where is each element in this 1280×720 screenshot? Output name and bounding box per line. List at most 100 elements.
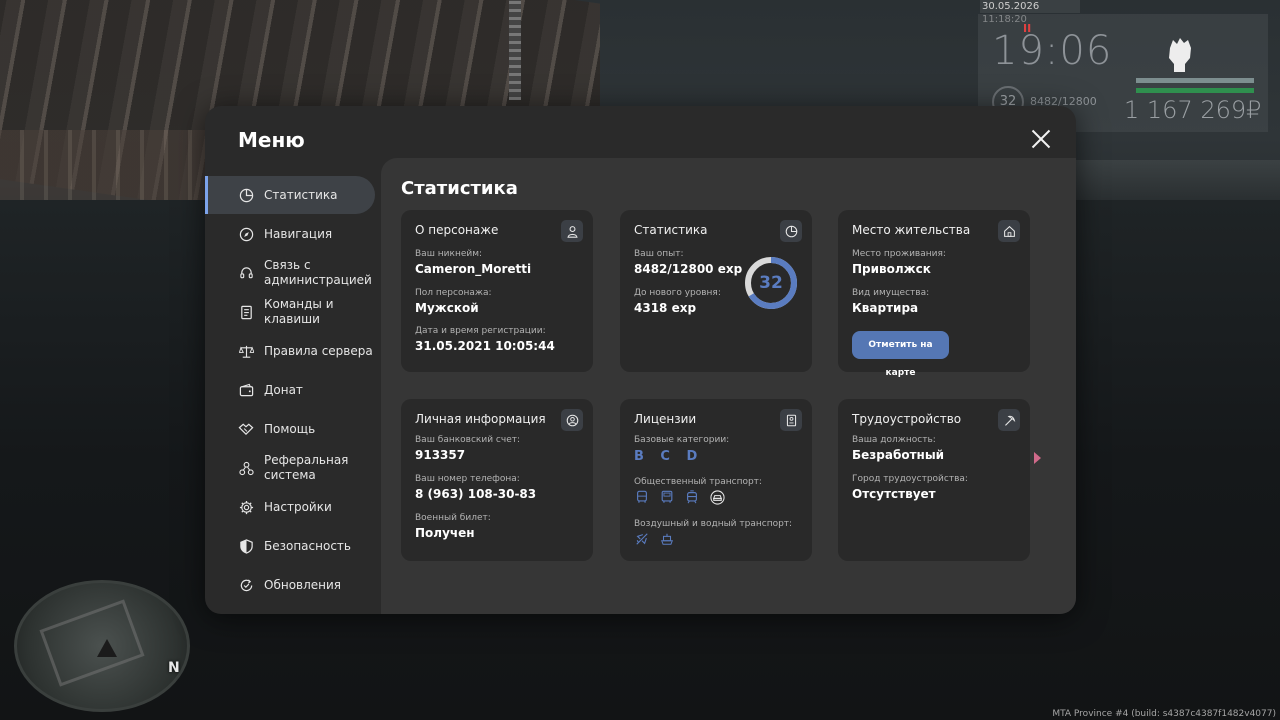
card-title: Личная информация xyxy=(415,412,546,426)
employment-card: Трудоустройство Ваша должность: Безработ… xyxy=(838,399,1030,561)
sidebar-item-security[interactable]: Безопасность xyxy=(205,527,375,565)
personal-info-card: Личная информация Ваш банковский счет: 9… xyxy=(401,399,593,561)
sidebar-item-settings[interactable]: Настройки xyxy=(205,488,375,526)
sidebar-item-server-rules[interactable]: Правила сервера xyxy=(205,332,375,370)
home-icon xyxy=(998,220,1020,242)
job-city-label: Город трудоустройства: xyxy=(852,474,968,484)
content-panel: Статистика О персонаже Ваш никнейм: Came… xyxy=(381,158,1076,614)
sidebar-item-label: Навигация xyxy=(264,226,333,241)
character-card: О персонаже Ваш никнейм: Cameron_Moretti… xyxy=(401,210,593,372)
sidebar-item-label: Донат xyxy=(264,382,303,397)
registration-value: 31.05.2021 10:05:44 xyxy=(415,339,555,353)
hud-red-mark: II xyxy=(1023,22,1032,35)
card-title: Лицензии xyxy=(634,412,697,426)
city-value: Приволжск xyxy=(852,262,931,276)
sidebar-item-referral[interactable]: Реферальная система xyxy=(205,449,375,487)
pie-chart-icon xyxy=(780,220,802,242)
menu-window: Меню Статистика Навигация Связь с админи… xyxy=(205,106,1076,614)
coach-icon xyxy=(659,489,675,505)
close-button[interactable] xyxy=(1031,129,1051,149)
refresh-check-icon xyxy=(238,577,254,593)
card-title: О персонаже xyxy=(415,223,499,237)
sidebar-item-label: Безопасность xyxy=(264,538,351,553)
stats-card: Статистика Ваш опыт: 8482/12800 exp До н… xyxy=(620,210,812,372)
build-info: MTA Province #4 (build: s4387c4387f1482v… xyxy=(1052,709,1276,719)
phone-label: Ваш номер телефона: xyxy=(415,474,520,484)
user-icon xyxy=(561,220,583,242)
sidebar-item-statistics[interactable]: Статистика xyxy=(205,176,375,214)
bank-value: 913357 xyxy=(415,448,466,462)
sidebar-item-label: Связь с администрацией xyxy=(264,258,372,287)
id-card-icon xyxy=(780,409,802,431)
document-icon xyxy=(238,304,254,320)
sidebar-item-donate[interactable]: Донат xyxy=(205,371,375,409)
mouse-cursor-icon xyxy=(1034,452,1041,464)
sidebar-item-label: Статистика xyxy=(264,187,338,202)
sidebar-item-label: Настройки xyxy=(264,499,332,514)
air-water-transport-label: Воздушный и водный транспорт: xyxy=(634,519,793,529)
sidebar-item-label: Правила сервера xyxy=(264,343,373,358)
hud-time: 19:06 xyxy=(992,28,1113,74)
fist-icon xyxy=(1169,38,1191,72)
level-value: 32 xyxy=(759,273,783,293)
boat-icon xyxy=(659,531,675,547)
sidebar-item-navigation[interactable]: Навигация xyxy=(205,215,375,253)
military-label: Военный билет: xyxy=(415,513,491,523)
card-title: Место жительства xyxy=(852,223,971,237)
sidebar-item-label: Помощь xyxy=(264,421,316,436)
base-categories-value: B C D xyxy=(634,449,704,464)
health-bar xyxy=(1136,78,1254,83)
headset-icon xyxy=(238,265,254,281)
position-label: Ваша должность: xyxy=(852,435,936,445)
sidebar-item-label: Реферальная система xyxy=(264,453,349,482)
network-icon xyxy=(238,460,254,476)
pie-chart-icon xyxy=(238,187,254,203)
property-value: Квартира xyxy=(852,301,919,315)
licenses-card: Лицензии Базовые категории: B C D Общест… xyxy=(620,399,812,561)
sidebar-item-label: Обновления xyxy=(264,577,342,592)
base-categories-label: Базовые категории: xyxy=(634,435,730,445)
air-water-transport-icons xyxy=(634,531,675,547)
position-value: Безработный xyxy=(852,448,945,462)
gender-value: Мужской xyxy=(415,301,479,315)
military-value: Получен xyxy=(415,526,475,540)
job-city-value: Отсутствует xyxy=(852,487,936,501)
next-level-label: До нового уровня: xyxy=(634,288,721,298)
sidebar-item-updates[interactable]: Обновления xyxy=(205,566,375,604)
property-label: Вид имущества: xyxy=(852,288,930,298)
card-title: Трудоустройство xyxy=(852,412,962,426)
mark-on-map-button[interactable]: Отметить на карте xyxy=(852,331,949,378)
sidebar-item-help[interactable]: Помощь xyxy=(205,410,375,448)
city-label: Место проживания: xyxy=(852,249,946,259)
public-transport-label: Общественный транспорт: xyxy=(634,477,762,487)
sidebar-item-commands[interactable]: Команды и клавиши xyxy=(205,293,375,331)
bus-icon xyxy=(634,489,650,505)
airplane-icon xyxy=(634,531,650,547)
player-arrow-icon xyxy=(97,639,117,657)
nickname-label: Ваш никнейм: xyxy=(415,249,483,259)
hud-date: 30.05.2026 11:18:20 xyxy=(980,0,1080,25)
sidebar-item-label: Команды и клавиши xyxy=(264,297,334,326)
residence-card: Место жительства Место проживания: Приво… xyxy=(838,210,1030,378)
handshake-icon xyxy=(238,421,254,437)
bank-label: Ваш банковский счет: xyxy=(415,435,521,445)
registration-label: Дата и время регистрации: xyxy=(415,326,546,336)
pickaxe-icon xyxy=(998,409,1020,431)
wallet-icon xyxy=(238,382,254,398)
minimap xyxy=(14,580,190,712)
gear-icon xyxy=(238,499,254,515)
phone-value: 8 (963) 108-30-83 xyxy=(415,487,537,501)
public-transport-icons xyxy=(634,489,725,505)
north-indicator: N xyxy=(168,660,180,676)
hud-money: 1 167 269₽ xyxy=(1124,96,1262,124)
exp-label: Ваш опыт: xyxy=(634,249,684,259)
scales-icon xyxy=(238,343,254,359)
sidebar-item-admin-contact[interactable]: Связь с администрацией xyxy=(205,254,375,292)
exp-value: 8482/12800 exp xyxy=(634,262,743,276)
content-title: Статистика xyxy=(401,178,518,199)
shield-icon xyxy=(238,538,254,554)
menu-title: Меню xyxy=(238,128,305,152)
nickname-value: Cameron_Moretti xyxy=(415,262,532,276)
tower xyxy=(509,0,521,100)
tram-icon xyxy=(684,489,700,505)
